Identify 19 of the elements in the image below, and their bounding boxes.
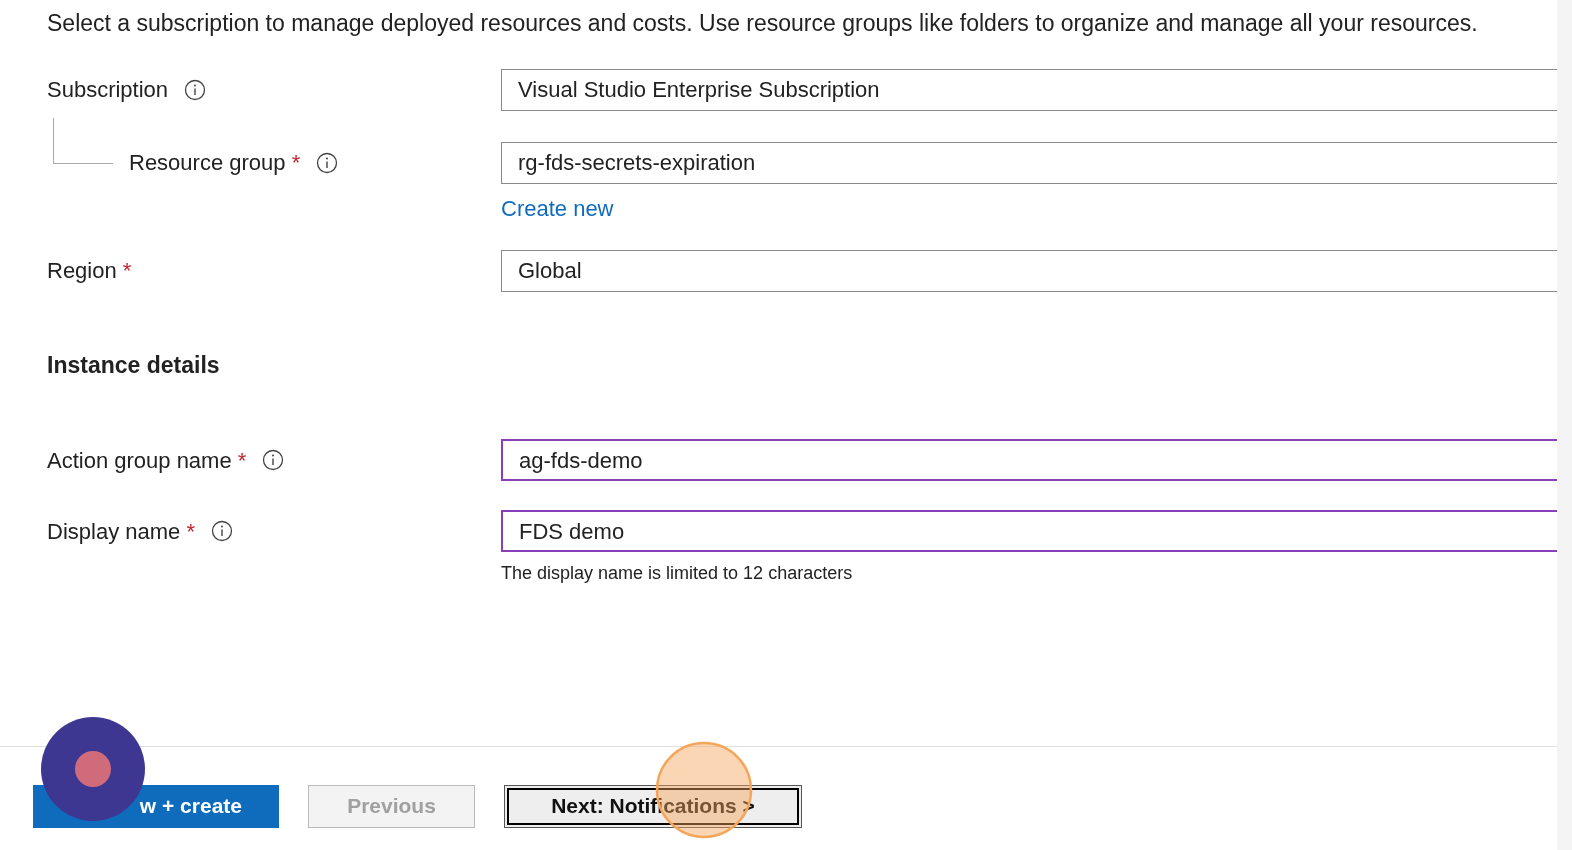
field-label: Subscription: [47, 76, 169, 104]
field-hint: The display name is limited to 12 characters: [501, 562, 853, 585]
text-field[interactable]: Global: [501, 249, 1557, 292]
field-label: Display name *: [47, 517, 195, 546]
field-label: Region *: [47, 257, 132, 285]
create-new-link[interactable]: Create new: [501, 191, 614, 225]
field-label: Resource group *: [129, 149, 301, 177]
info-icon[interactable]: [316, 151, 339, 174]
text-field[interactable]: FDS demo: [501, 510, 1557, 552]
description-text: Select a subscription to manage deployed resources and costs. Use resource groups like folders to organize and manage all your resources.: [47, 9, 1479, 38]
text-field[interactable]: Visual Studio Enterprise Subscription: [501, 68, 1557, 111]
info-icon[interactable]: [184, 78, 207, 101]
info-icon[interactable]: [262, 449, 285, 471]
field-label: Action group name *: [47, 446, 247, 475]
info-icon[interactable]: [210, 520, 233, 542]
tree-connector: [53, 117, 113, 164]
text-field[interactable]: ag-fds-demo: [501, 439, 1557, 481]
text-field[interactable]: rg-fds-secrets-expiration: [501, 141, 1557, 184]
section-heading: Instance details: [47, 350, 221, 380]
